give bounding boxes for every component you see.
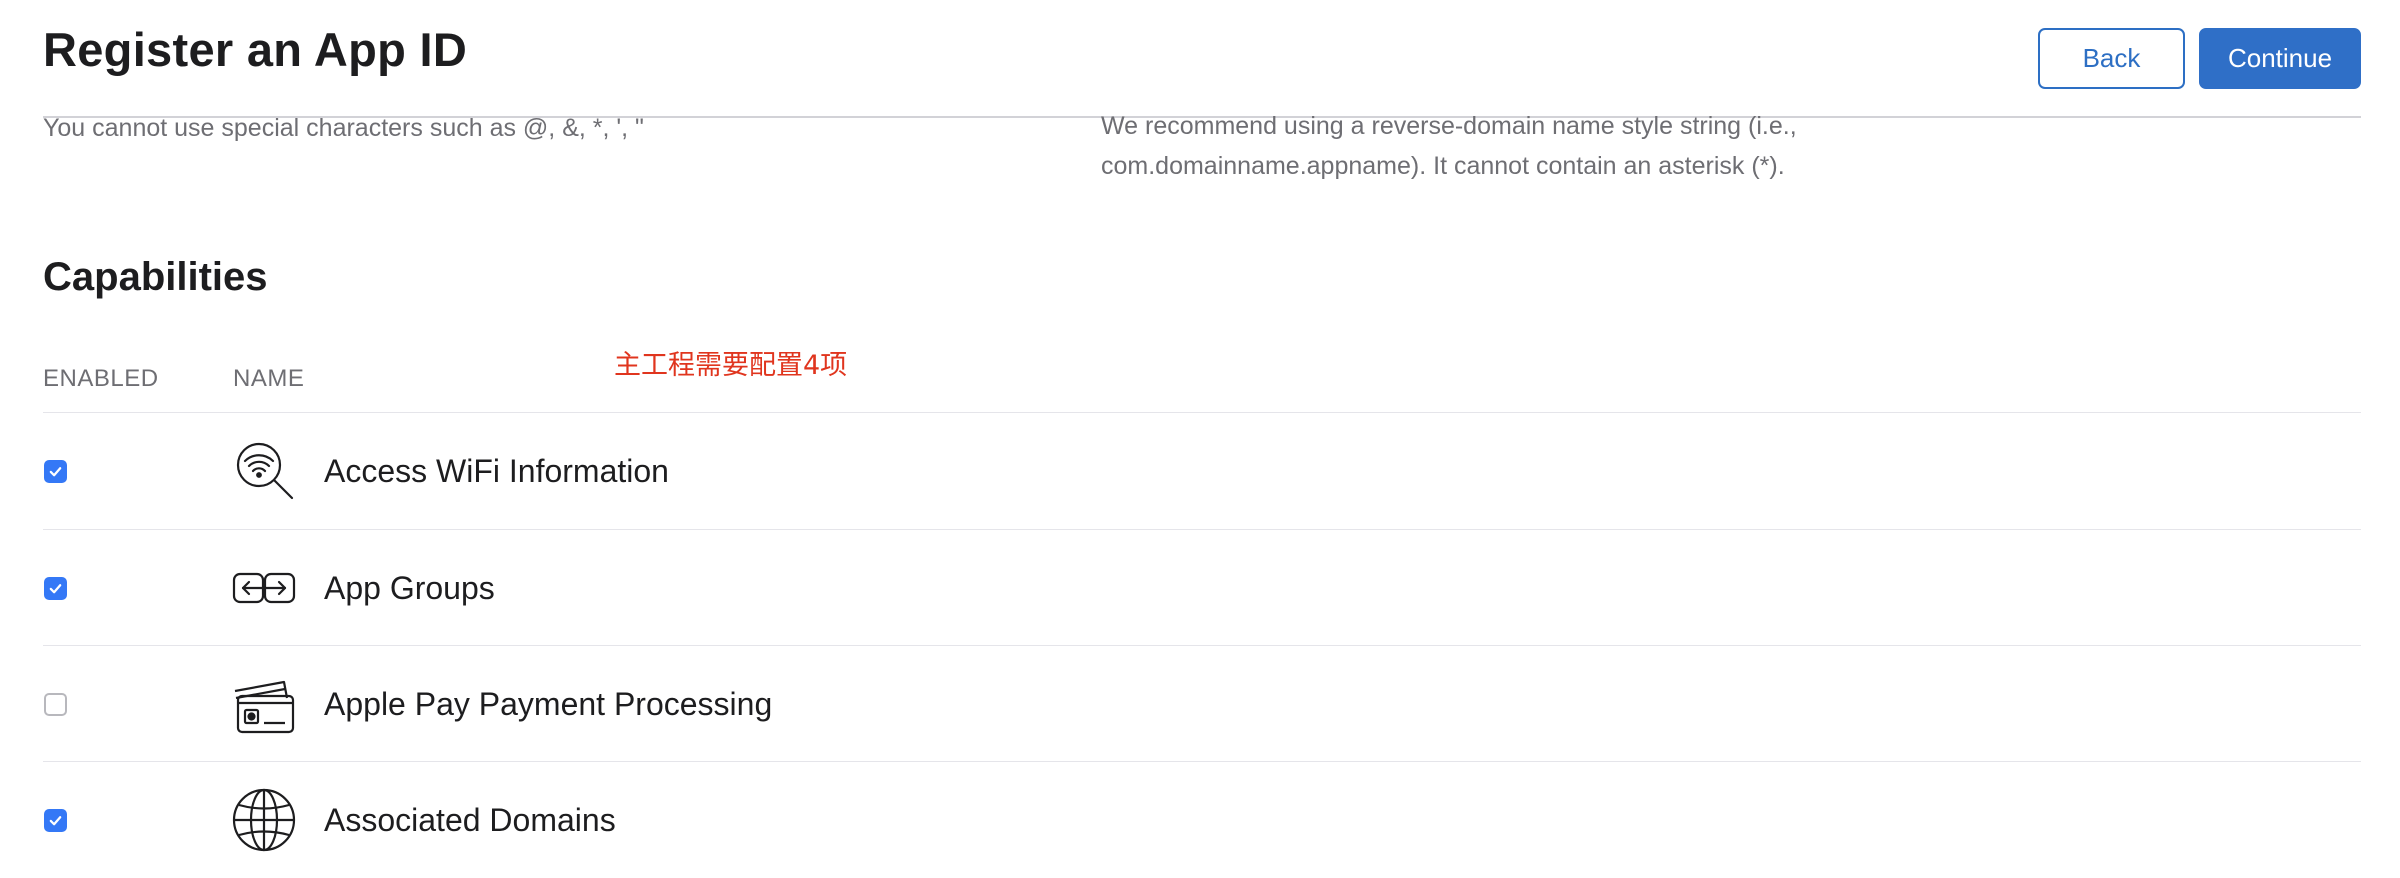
- enabled-column-header: ENABLED: [43, 365, 159, 392]
- row-divider: [43, 645, 2361, 646]
- capability-label: Access WiFi Information: [324, 453, 669, 489]
- capability-label: App Groups: [324, 570, 495, 606]
- back-button[interactable]: Back: [2038, 28, 2185, 89]
- name-column-header: NAME: [233, 365, 305, 392]
- page-title: Register an App ID: [43, 23, 468, 76]
- enabled-checkbox[interactable]: [44, 460, 67, 483]
- capability-row-app-groups: App Groups: [0, 531, 2400, 646]
- globe-icon: [232, 788, 296, 852]
- enabled-checkbox[interactable]: [44, 809, 67, 832]
- capability-row-associated-domains: Associated Domains: [0, 763, 2400, 878]
- enabled-checkbox[interactable]: [44, 693, 67, 716]
- bundle-id-hint: We recommend using a reverse-domain name…: [1101, 112, 1797, 180]
- capability-label: Apple Pay Payment Processing: [324, 686, 773, 722]
- table-header-divider: [43, 412, 2361, 413]
- app-groups-icon: [232, 572, 296, 604]
- continue-button[interactable]: Continue: [2199, 28, 2361, 89]
- annotation-note: 主工程需要配置4项: [614, 350, 848, 381]
- capabilities-title: Capabilities: [43, 255, 268, 299]
- wifi-search-icon: [236, 442, 294, 500]
- enabled-checkbox[interactable]: [44, 577, 67, 600]
- description-hint: You cannot use special characters such a…: [43, 114, 644, 142]
- payment-cards-icon: [234, 680, 295, 734]
- row-divider: [43, 529, 2361, 530]
- capability-label: Associated Domains: [324, 802, 616, 838]
- capability-row-access-wifi: Access WiFi Information: [0, 414, 2400, 529]
- capability-row-apple-pay: Apple Pay Payment Processing: [0, 647, 2400, 762]
- row-divider: [43, 761, 2361, 762]
